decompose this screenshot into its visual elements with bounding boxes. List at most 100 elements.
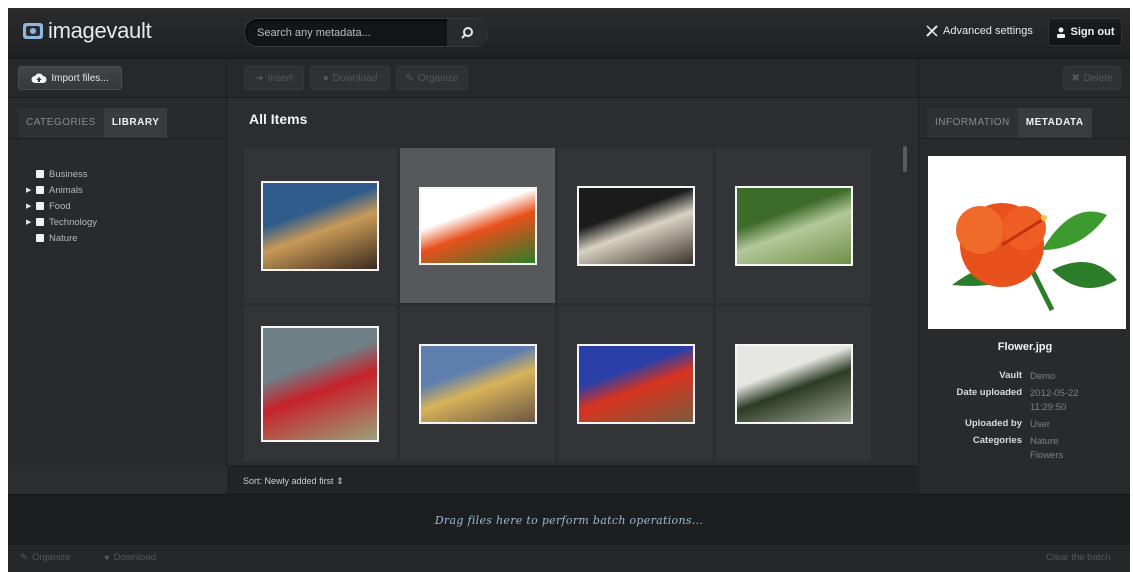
logo-text: imagevault [48, 18, 152, 43]
expand-arrow-icon[interactable]: ▶ [26, 202, 36, 210]
delete-icon: ✖ [1071, 72, 1080, 84]
search-button[interactable] [447, 19, 487, 46]
tab-information[interactable]: INFORMATION [927, 108, 1018, 138]
pencil-icon: ✎ [20, 552, 28, 563]
expand-arrow-icon[interactable]: ▶ [26, 218, 36, 226]
grid-item[interactable] [558, 306, 713, 461]
metadata-key: Date uploaded [956, 387, 1022, 398]
metadata-row: Categories Nature Flowers [919, 435, 1130, 463]
grid-item[interactable] [558, 148, 713, 303]
expand-arrow-icon[interactable]: ▶ [26, 186, 36, 194]
tree-item-label: Business [49, 168, 88, 180]
tree-item-label: Technology [49, 216, 98, 228]
preview-filename: Flower.jpg [997, 341, 1053, 353]
tree-item[interactable]: Nature [26, 230, 97, 246]
sign-out-label: Sign out [1070, 26, 1115, 38]
sign-out-button[interactable]: Sign out [1048, 18, 1122, 46]
download-button[interactable]: ● Download [310, 66, 390, 90]
insert-button[interactable]: ➜ Insert [244, 66, 304, 90]
batch-drop-zone[interactable]: Drag files here to perform batch operati… [8, 494, 1130, 545]
thumbnail-image [576, 343, 695, 424]
download-icon: ● [104, 552, 110, 563]
thumbnail-image [418, 186, 537, 265]
bottom-bar: ✎ Organize ● Download Clear the batch [8, 545, 1130, 572]
logo[interactable]: imagevault [22, 18, 152, 43]
metadata-key: Categories [972, 435, 1022, 446]
grid-item[interactable] [400, 306, 555, 461]
metadata-row: Vault Demo [919, 370, 1130, 384]
batch-download-button[interactable]: ● Download [104, 552, 156, 563]
category-checkbox[interactable] [36, 186, 44, 194]
metadata-value: Nature Flowers [1030, 436, 1064, 461]
metadata-value: Demo [1030, 371, 1056, 382]
toolbar-divider [226, 59, 227, 97]
tree-item-label: Animals [49, 184, 83, 196]
thumbnail-image [260, 325, 379, 442]
left-panel: CATEGORIES LIBRARY Business ▶ Animals ▶ Food… [8, 98, 227, 572]
import-files-label: Import files... [51, 72, 109, 84]
category-checkbox[interactable] [36, 170, 44, 178]
metadata-key: Uploaded by [964, 418, 1022, 429]
import-files-button[interactable]: Import files... [18, 66, 122, 90]
tab-library[interactable]: LIBRARY [103, 108, 168, 138]
download-icon: ● [322, 72, 329, 84]
tree-item[interactable]: ▶ Animals [26, 182, 97, 198]
tab-categories[interactable]: CATEGORIES [18, 108, 104, 138]
main-footer: Sort: Newly added first ⇕ [227, 466, 917, 495]
thumbnail-image [418, 343, 537, 424]
user-icon [1056, 27, 1065, 38]
thumbnail-image [260, 180, 379, 271]
batch-organize-label: Organize [31, 552, 71, 563]
grid-item[interactable] [716, 306, 871, 461]
search-box [244, 18, 488, 47]
category-checkbox[interactable] [36, 218, 44, 226]
metadata-row: Date uploaded 2012-05-22 11:29:50 [919, 387, 1130, 415]
tree-item-label: Nature [49, 232, 78, 244]
tree-item[interactable]: ▶ Food [26, 198, 97, 214]
metadata-value: 2012-05-22 11:29:50 [1030, 388, 1079, 413]
sort-control[interactable]: Sort: Newly added first ⇕ [243, 476, 344, 487]
grid-item[interactable] [244, 148, 397, 303]
download-label: Download [332, 72, 378, 84]
imagevault-logo-icon [23, 23, 43, 39]
search-input[interactable] [255, 23, 449, 43]
thumbnail-image [576, 185, 695, 266]
pencil-icon: ✎ [405, 72, 414, 84]
thumbnail-image [734, 343, 853, 424]
image-preview [928, 156, 1126, 329]
clear-batch-label: Clear the batch [1046, 552, 1111, 563]
tree-item[interactable]: ▶ Technology [26, 214, 97, 230]
search-icon [461, 26, 473, 39]
grid-scrollbar[interactable] [903, 146, 907, 172]
sort-arrows-icon: ⇕ [336, 476, 344, 486]
organize-button[interactable]: ✎ Organize [396, 66, 468, 90]
category-checkbox[interactable] [36, 202, 44, 210]
right-panel: INFORMATION METADATA Flower.jpg Vault Dem… [918, 98, 1130, 494]
sort-label: Sort: [243, 476, 263, 486]
grid-item[interactable] [244, 306, 397, 461]
tab-metadata[interactable]: METADATA [1017, 108, 1092, 138]
delete-button[interactable]: ✖ Delete [1063, 66, 1121, 90]
image-grid [244, 148, 874, 466]
cloud-upload-icon [31, 73, 47, 83]
grid-item[interactable] [400, 148, 555, 303]
metadata-key: Vault [999, 370, 1022, 381]
sort-value: Newly added first [264, 476, 334, 486]
toolbar-divider [918, 59, 919, 97]
batch-organize-button[interactable]: ✎ Organize [20, 552, 71, 563]
insert-label: Insert [267, 72, 293, 84]
advanced-settings-link[interactable]: Advanced settings [926, 25, 1033, 37]
tree-item-label: Food [49, 200, 71, 212]
tab-divider [8, 138, 226, 139]
category-checkbox[interactable] [36, 234, 44, 242]
toolbar: Import files... ➜ Insert ● Download ✎ Or… [8, 59, 1130, 98]
app-window: imagevault Advanced settings S [8, 8, 1130, 572]
metadata-list: Vault Demo Date uploaded 2012-05-22 11:29:5… [919, 370, 1130, 466]
tree-item[interactable]: Business [26, 166, 97, 182]
category-tree: Business ▶ Animals ▶ Food ▶ Technology Nature [26, 166, 97, 246]
batch-download-label: Download [113, 552, 156, 563]
grid-item[interactable] [716, 148, 871, 303]
right-tabs: INFORMATION METADATA [927, 108, 1092, 138]
clear-batch-button[interactable]: Clear the batch [1046, 552, 1110, 563]
thumbnail-image [734, 185, 853, 266]
